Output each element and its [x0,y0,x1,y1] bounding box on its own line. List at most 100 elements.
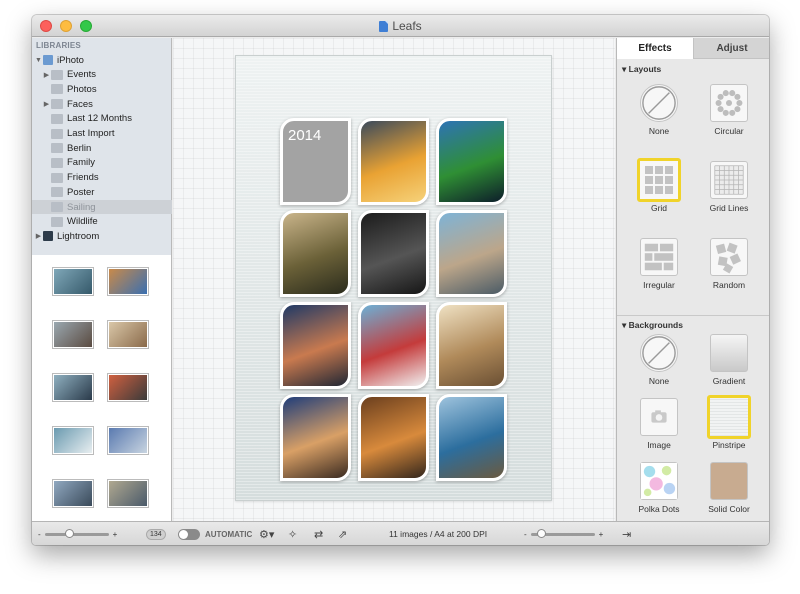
photo-thumbnail[interactable] [107,479,149,508]
disclosure-collapsed-icon[interactable]: ▶ [42,100,51,108]
album-icon [51,157,63,168]
photo-thumbnail[interactable] [52,479,94,508]
poster-photo-tile[interactable] [280,302,351,389]
poster-photo-tile[interactable] [436,302,507,389]
photo-thumbnail[interactable] [107,373,149,402]
tab-adjust[interactable]: Adjust [694,38,769,59]
share-icon[interactable]: ⇗ [338,522,347,545]
poster-photo-tile[interactable] [436,118,507,205]
disclosure-expanded-icon[interactable]: ▼ [34,57,43,64]
sidebar-item-events[interactable]: ▶ Events [32,68,172,82]
toggle-inspector-icon[interactable]: ⇥ [622,522,631,545]
sidebar-item-label: Last Import [67,128,115,139]
sidebar-item-iphoto[interactable]: ▼ iPhoto [32,53,172,67]
disclosure-collapsed-icon[interactable]: ▶ [42,71,51,79]
sidebar-item-family[interactable]: Family [32,156,172,170]
backgrounds-option-gradient[interactable]: Gradient [699,334,759,386]
magic-wand-icon[interactable]: ✧ [288,522,297,545]
libraries-header: LIBRARIES [36,41,81,50]
thumbnail-image [109,375,147,400]
settings-gear-icon[interactable]: ⚙▾ [259,522,274,545]
canvas-area: 2014 [173,38,615,521]
sidebar-item-last-12-months[interactable]: Last 12 Months [32,112,172,126]
layouts-option-irregular[interactable]: Irregular [629,238,689,290]
option-label: Gradient [712,376,746,386]
poster-photo-tile[interactable] [358,302,429,389]
sidebar-item-faces[interactable]: ▶ Faces [32,97,172,111]
photo-thumbnail[interactable] [107,267,149,296]
poster-photo-tile[interactable] [280,394,351,481]
poster-photo-tile[interactable] [358,394,429,481]
sidebar-item-label: Family [67,157,95,169]
page-zoom-control: - + [524,522,603,545]
status-text: 11 images / A4 at 200 DPI [389,529,488,539]
layouts-option-none[interactable]: None [629,84,689,136]
thumbnail-size-slider[interactable] [44,528,109,538]
album-icon [51,172,63,183]
sidebar-item-label: Berlin [67,142,92,154]
slider-knob[interactable] [64,528,74,538]
thumbnail-image [109,428,147,453]
thumb-zoom-out-button[interactable]: - [38,530,41,539]
slider-knob[interactable] [536,528,546,538]
sidebar-item-lightroom[interactable]: ▶ Lightroom [32,229,172,243]
photo-thumbnail[interactable] [107,426,149,455]
backgrounds-section-header[interactable]: ▾ Backgrounds [617,320,769,331]
sidebar-item-photos[interactable]: Photos [32,82,172,96]
option-label: Grid [650,203,668,213]
backgrounds-option-none[interactable]: None [629,334,689,386]
layouts-section-header[interactable]: ▾ Layouts [617,64,769,75]
pinstripe-background-icon [707,395,751,439]
backgrounds-option-image[interactable]: Image [629,398,689,450]
sidebar-item-last-import[interactable]: Last Import [32,127,172,141]
tab-effects[interactable]: Effects [617,38,694,59]
option-label: Pinstripe [712,440,746,450]
sidebar-item-friends[interactable]: Friends [32,171,172,185]
photos-icon [51,84,63,95]
poster-photo-tile[interactable] [436,394,507,481]
layouts-option-random[interactable]: Random [699,238,759,290]
backgrounds-option-solid-color[interactable]: Solid Color [699,462,759,514]
thumb-count-wrap: 134 [146,522,166,545]
sidebar-item-sailing[interactable]: Sailing [32,200,172,214]
photo-thumbnail[interactable] [52,426,94,455]
photo-thumbnail[interactable] [52,320,94,349]
album-icon [51,187,63,198]
photo-thumbnail[interactable] [107,320,149,349]
page-zoom-out-button[interactable]: - [524,530,527,539]
page-zoom-slider[interactable] [530,528,595,538]
album-icon [51,202,63,212]
photo-thumbnail[interactable] [52,373,94,402]
layouts-option-circular[interactable]: Circular [699,84,759,136]
backgrounds-title: Backgrounds [628,320,683,330]
disclosure-collapsed-icon[interactable]: ▶ [34,232,43,240]
sidebar-item-label: iPhoto [57,54,84,66]
year-tile[interactable]: 2014 [280,118,351,205]
sidebar-item-wildlife[interactable]: Wildlife [32,215,172,229]
poster-photo-tile[interactable] [358,210,429,297]
photo-thumbnail[interactable] [52,267,94,296]
events-icon [51,69,63,80]
sidebar-item-poster[interactable]: Poster [32,185,172,199]
automatic-toggle[interactable] [178,528,200,540]
document-icon [379,20,389,32]
year-label: 2014 [288,127,322,144]
solid-color-background-icon [710,462,748,500]
backgrounds-option-polka-dots[interactable]: Polka Dots [629,462,689,514]
thumb-zoom-in-button[interactable]: + [113,530,118,539]
lightroom-icon [43,231,53,242]
thumbnail-image [109,481,147,506]
poster-photo-tile[interactable] [358,118,429,205]
sidebar-item-berlin[interactable]: Berlin [32,141,172,155]
thumbnail-image [54,428,92,453]
title-bar[interactable]: Leafs [32,15,769,37]
poster-photo-tile[interactable] [436,210,507,297]
layouts-option-grid[interactable]: Grid [629,158,689,213]
page-zoom-in-button[interactable]: + [599,530,604,539]
none-icon [640,334,678,372]
shuffle-icon[interactable]: ⇄ [314,522,323,545]
layouts-option-grid-lines[interactable]: Grid Lines [699,161,759,213]
backgrounds-option-pinstripe[interactable]: Pinstripe [699,395,759,450]
calendar-icon [51,113,63,124]
poster-photo-tile[interactable] [280,210,351,297]
